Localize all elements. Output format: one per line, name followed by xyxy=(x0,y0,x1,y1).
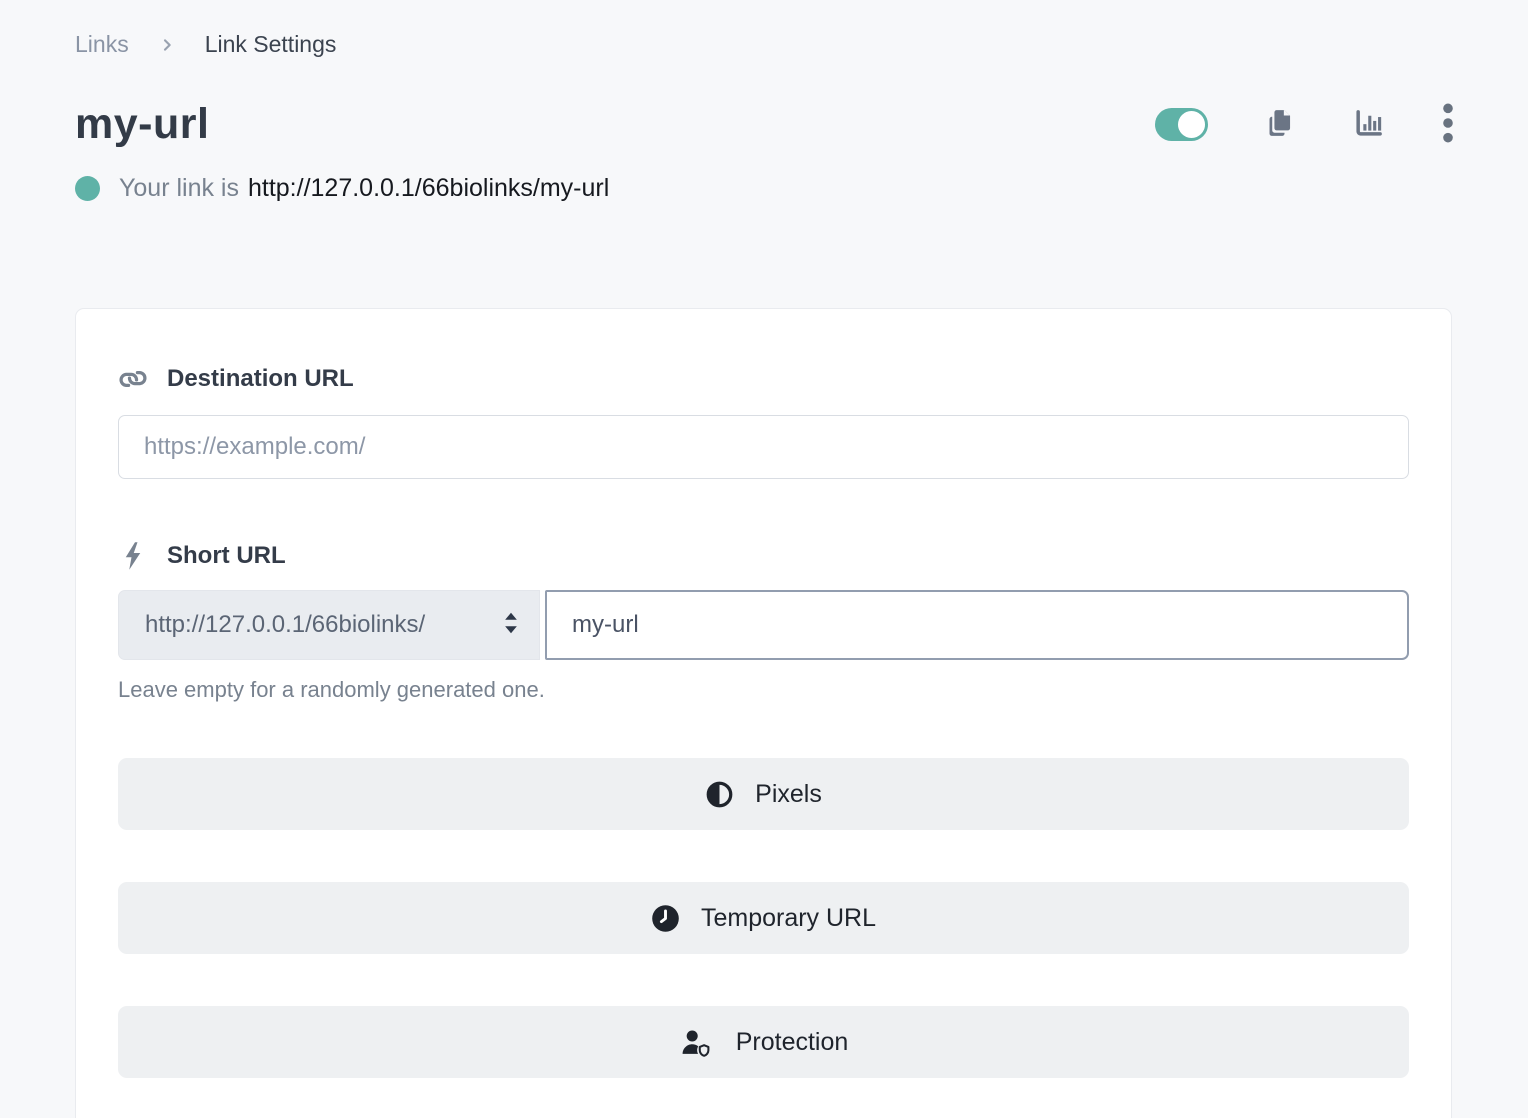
protection-section-button[interactable]: Protection xyxy=(118,1006,1409,1078)
breadcrumb-current: Link Settings xyxy=(205,31,337,58)
domain-select[interactable]: http://127.0.0.1/66biolinks/ xyxy=(118,590,540,660)
short-link-url[interactable]: http://127.0.0.1/66biolinks/my-url xyxy=(248,174,609,202)
destination-url-input[interactable] xyxy=(118,415,1409,479)
toggle-knob xyxy=(1178,111,1205,138)
copy-icon xyxy=(1265,106,1296,143)
status-dot xyxy=(75,176,100,201)
breadcrumb-links[interactable]: Links xyxy=(75,31,129,58)
user-shield-icon xyxy=(679,1028,715,1057)
short-url-label: Short URL xyxy=(167,542,286,570)
clock-icon xyxy=(651,904,680,933)
temporary-url-button-label: Temporary URL xyxy=(701,904,876,933)
link-settings-card: Destination URL Short URL http://127.0.0… xyxy=(75,308,1452,1118)
link-chain-icon xyxy=(118,364,148,394)
destination-url-label: Destination URL xyxy=(167,365,354,393)
status-prefix: Your link is xyxy=(119,174,239,202)
statistics-button[interactable] xyxy=(1353,108,1384,142)
statistics-icon xyxy=(1353,108,1384,142)
more-options-button[interactable] xyxy=(1441,103,1455,146)
copy-link-button[interactable] xyxy=(1265,106,1296,143)
link-status-row: Your link is http://127.0.0.1/66biolinks/… xyxy=(75,174,1452,203)
protection-button-label: Protection xyxy=(736,1028,849,1057)
temporary-url-section-button[interactable]: Temporary URL xyxy=(118,882,1409,954)
domain-select-value: http://127.0.0.1/66biolinks/ xyxy=(145,611,425,639)
chevron-right-icon xyxy=(159,37,175,53)
header-controls xyxy=(1155,103,1455,146)
page-header: my-url xyxy=(75,100,1452,149)
page-title: my-url xyxy=(75,100,209,149)
link-enabled-toggle[interactable] xyxy=(1155,108,1208,141)
short-url-helper-text: Leave empty for a randomly generated one… xyxy=(118,677,1409,703)
adjust-icon xyxy=(705,780,734,809)
breadcrumb: Links Link Settings xyxy=(75,0,1452,58)
short-url-input[interactable] xyxy=(545,590,1409,660)
pixels-button-label: Pixels xyxy=(755,780,822,809)
kebab-menu-icon xyxy=(1441,103,1455,146)
pixels-section-button[interactable]: Pixels xyxy=(118,758,1409,830)
lightning-bolt-icon xyxy=(118,541,148,571)
status-text: Your link is http://127.0.0.1/66biolinks/… xyxy=(119,174,609,203)
sort-arrows-icon xyxy=(500,610,522,641)
short-url-label-row: Short URL xyxy=(118,542,1409,570)
page-container: Links Link Settings my-url xyxy=(75,0,1452,1118)
destination-url-label-row: Destination URL xyxy=(118,365,1409,393)
short-url-input-group: http://127.0.0.1/66biolinks/ xyxy=(118,590,1409,660)
